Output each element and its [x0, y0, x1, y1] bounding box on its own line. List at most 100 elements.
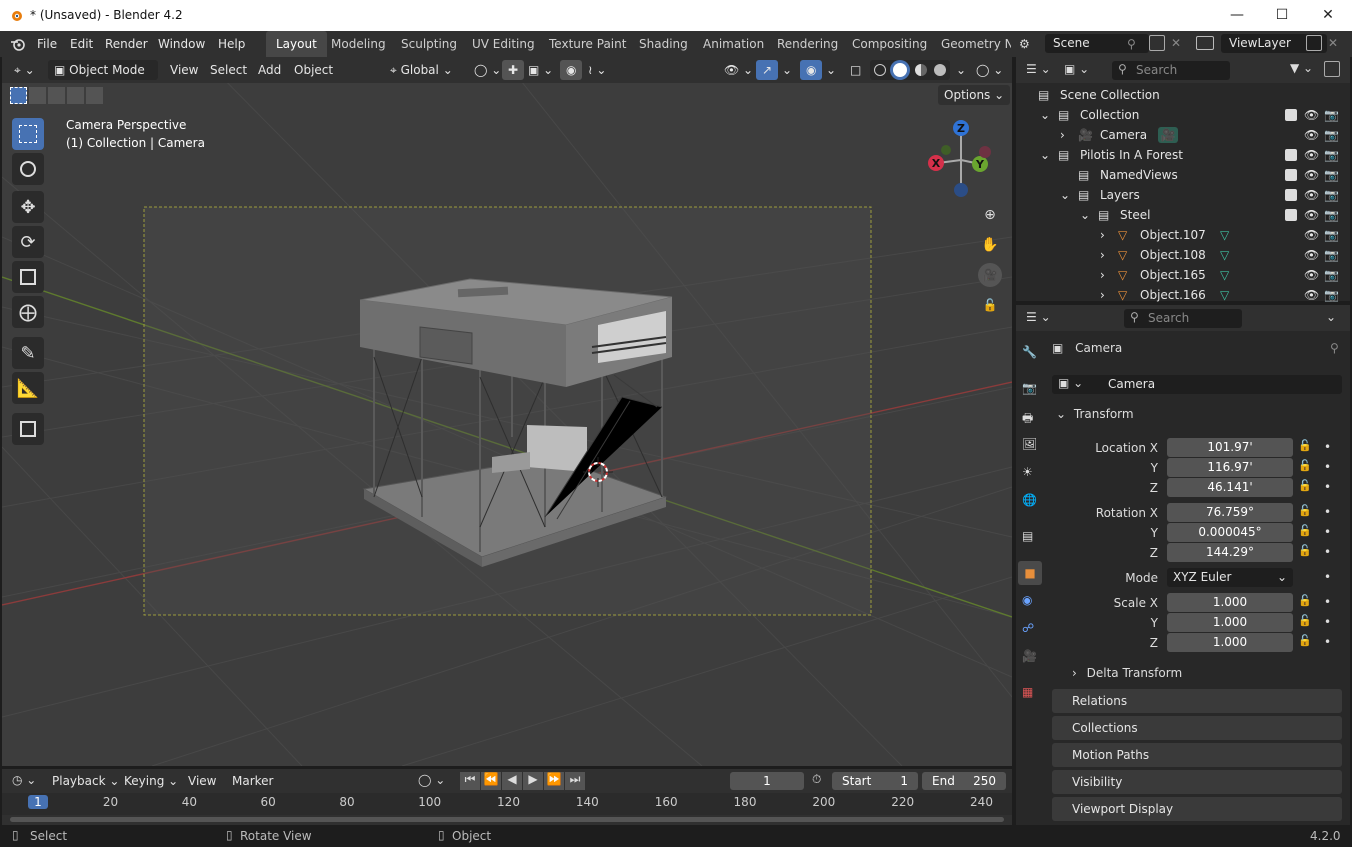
outliner-search-input[interactable]: Search	[1112, 61, 1230, 80]
pan-hand-icon[interactable]: ✋	[978, 233, 1002, 257]
lock-icon[interactable]: 🔓	[1298, 524, 1312, 537]
solid-shading-icon[interactable]	[893, 63, 908, 77]
outliner-row[interactable]: › ▽ Object.165 ▽ 👁 📷	[1016, 265, 1346, 285]
keyframe-dot-icon[interactable]: •	[1324, 595, 1331, 609]
viewport-menu-select[interactable]: Select	[204, 60, 253, 80]
zoom-icon[interactable]: ⊕	[978, 203, 1002, 227]
blender-menu-icon[interactable]	[10, 37, 26, 54]
remove-view-layer-icon[interactable]: ✕	[1328, 36, 1338, 50]
tab-shading[interactable]: Shading	[629, 31, 698, 57]
measure-tool[interactable]: 📐	[12, 372, 44, 404]
proportional-edit-button[interactable]: ◉	[560, 60, 583, 80]
eye-icon[interactable]: 👁	[1304, 125, 1319, 145]
snap-toggle-button[interactable]: ✚	[502, 60, 525, 80]
mesh-data-icon[interactable]: ▽	[1220, 265, 1229, 285]
constraints-tab-icon[interactable]: ☍	[1022, 621, 1034, 635]
keyframe-dot-icon[interactable]: •	[1324, 505, 1331, 519]
current-frame-field[interactable]: 1	[730, 772, 804, 790]
mesh-data-icon[interactable]: ▽	[1220, 225, 1229, 245]
world-tab-icon[interactable]: 🌐	[1022, 493, 1037, 507]
scale-x-field[interactable]: 1.000	[1167, 593, 1293, 612]
eye-icon[interactable]: 👁	[1304, 105, 1319, 125]
menu-file[interactable]: File	[37, 37, 57, 51]
keyframe-dot-icon[interactable]: •	[1324, 545, 1331, 559]
checkbox-icon[interactable]	[1285, 209, 1297, 221]
properties-search-input[interactable]: Search	[1124, 309, 1242, 328]
expand-arrow-icon[interactable]: ›	[1060, 125, 1065, 145]
collections-panel[interactable]: Collections	[1052, 716, 1342, 740]
render-camera-icon[interactable]: 📷	[1324, 185, 1339, 205]
new-collection-icon[interactable]	[1324, 61, 1340, 77]
viewport-menu-view[interactable]: View	[164, 60, 204, 80]
object-type-icon[interactable]: ▣ ⌄	[1058, 376, 1083, 390]
outliner-row[interactable]: › ▽ Object.108 ▽ 👁 📷	[1016, 245, 1346, 265]
auto-keying-icon[interactable]: ◯ ⌄	[418, 773, 445, 787]
3d-viewport[interactable]: Z X Y ⌖ ⌄ ▣ Object Mode ⌄ View Select Ad…	[2, 57, 1012, 766]
end-frame-field[interactable]: End 250	[922, 772, 1006, 790]
render-camera-icon[interactable]: 📷	[1324, 245, 1339, 265]
rotation-z-field[interactable]: 144.29°	[1167, 543, 1293, 562]
transform-tool[interactable]: ⨁	[12, 296, 44, 328]
render-camera-icon[interactable]: 📷	[1324, 105, 1339, 125]
expand-arrow-icon[interactable]: ⌄	[1040, 105, 1050, 125]
select-subtract-icon[interactable]	[48, 87, 65, 104]
tab-compositing[interactable]: Compositing	[842, 31, 937, 57]
outliner-row[interactable]: › ▽ Object.107 ▽ 👁 📷	[1016, 225, 1346, 245]
outliner-editor-icon[interactable]: ☰ ⌄	[1026, 62, 1051, 76]
proportional-falloff-button[interactable]: ≀ ⌄	[582, 60, 612, 80]
gizmo-dropdown-button[interactable]: ⌄	[776, 60, 798, 80]
location-y-field[interactable]: 116.97'	[1167, 458, 1293, 477]
lock-icon[interactable]: 🔓	[1298, 439, 1312, 452]
cursor-tool[interactable]	[12, 153, 44, 185]
outliner-row[interactable]: ⌄ ▤ Collection 👁 📷	[1016, 105, 1346, 125]
pin-icon[interactable]: ⚲	[1330, 341, 1339, 355]
expand-arrow-icon[interactable]: ⌄	[1080, 205, 1090, 225]
outliner-row[interactable]: ⌄ ▤ Pilotis In A Forest 👁 📷	[1016, 145, 1346, 165]
select-extend-icon[interactable]	[29, 87, 46, 104]
physics-tab-icon[interactable]: ◉	[1022, 593, 1032, 607]
lock-icon[interactable]: 🔓	[1298, 459, 1312, 472]
timeline-menu-view[interactable]: View	[182, 771, 222, 791]
minimize-button[interactable]: —	[1214, 0, 1260, 31]
camera-data-tab-icon[interactable]: 🎥	[1022, 649, 1037, 663]
timeline-menu-marker[interactable]: Marker	[226, 771, 279, 791]
eye-icon[interactable]: 👁	[1304, 205, 1319, 225]
editor-options-button[interactable]: ◯ ⌄	[970, 60, 1009, 80]
collection-tab-icon[interactable]: ▤	[1022, 529, 1033, 543]
expand-arrow-icon[interactable]: ›	[1100, 285, 1105, 305]
scale-y-field[interactable]: 1.000	[1167, 613, 1293, 632]
object-tab-icon[interactable]: ■	[1018, 561, 1042, 585]
transform-panel-header[interactable]: ⌄ Transform	[1052, 407, 1342, 429]
material-shading-icon[interactable]	[914, 64, 927, 76]
rotation-mode-dropdown[interactable]: XYZ Euler ⌄	[1167, 568, 1293, 587]
eye-icon[interactable]: 👁	[1304, 185, 1319, 205]
tab-sculpting[interactable]: Sculpting	[391, 31, 467, 57]
select-new-icon[interactable]	[10, 87, 27, 104]
start-frame-field[interactable]: Start 1	[832, 772, 918, 790]
lock-icon[interactable]: 🔓	[1298, 544, 1312, 557]
timeline-menu-keying[interactable]: Keying ⌄	[118, 771, 184, 791]
eye-icon[interactable]: 👁	[1304, 265, 1319, 285]
texture-tab-icon[interactable]: ▦	[1022, 685, 1033, 699]
visibility-panel[interactable]: Visibility	[1052, 770, 1342, 794]
lock-icon[interactable]: 🔓	[1298, 614, 1312, 627]
navigation-gizmo[interactable]: Z X Y	[928, 120, 991, 197]
keyframe-dot-icon[interactable]: •	[1324, 635, 1331, 649]
expand-arrow-icon[interactable]: ›	[1100, 265, 1105, 285]
display-mode-icon[interactable]: ▣ ⌄	[1064, 62, 1089, 76]
render-camera-icon[interactable]: 📷	[1324, 125, 1339, 145]
viewport-display-panel[interactable]: Viewport Display	[1052, 797, 1342, 821]
move-tool[interactable]: ✥	[12, 191, 44, 223]
camera-data-icon[interactable]: 🎥	[1158, 127, 1178, 143]
render-camera-icon[interactable]: 📷	[1324, 225, 1339, 245]
timeline-scrollbar[interactable]	[10, 817, 1004, 822]
properties-editor-icon[interactable]: ☰ ⌄	[1026, 310, 1051, 324]
rotate-tool[interactable]: ⟳	[12, 226, 44, 258]
checkbox-icon[interactable]	[1285, 189, 1297, 201]
filter-icon[interactable]: ▼ ⌄	[1290, 61, 1313, 75]
eye-icon[interactable]: 👁	[1304, 145, 1319, 165]
render-camera-icon[interactable]: 📷	[1324, 205, 1339, 225]
prev-keyframe-icon[interactable]: ⏪	[481, 772, 501, 790]
timeline-menu-playback[interactable]: Playback ⌄	[46, 771, 125, 791]
timeline-ruler[interactable]: 1 20 40 60 80 100 120 140 160 180 200 220 240	[2, 793, 1012, 815]
